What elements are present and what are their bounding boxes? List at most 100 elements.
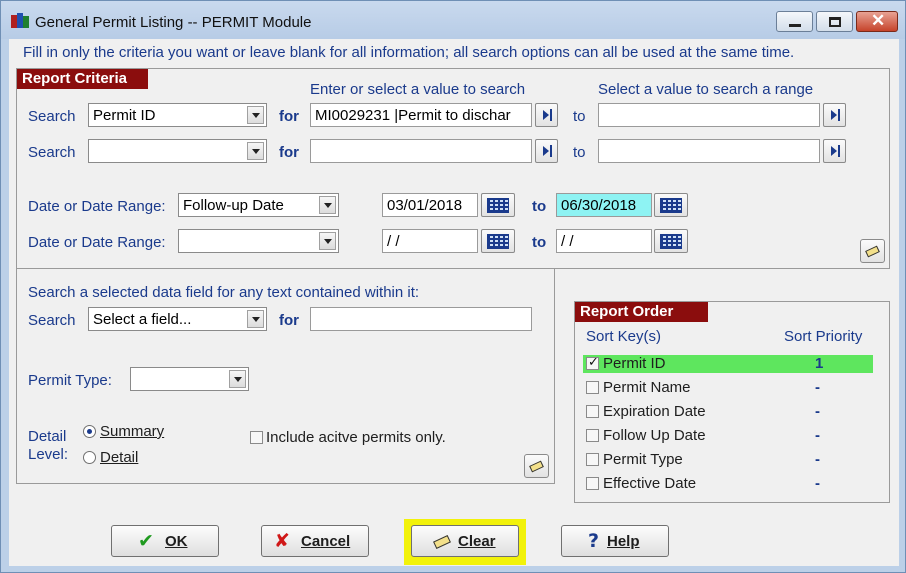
calendar-button-from-1[interactable] bbox=[481, 193, 515, 217]
sort-checkbox-permit-type[interactable] bbox=[586, 453, 599, 466]
search-label-1: Search bbox=[28, 108, 76, 125]
title-bar[interactable]: General Permit Listing -- PERMIT Module … bbox=[1, 1, 905, 39]
cancel-button-label: Cancel bbox=[301, 533, 351, 550]
calendar-button-from-2[interactable] bbox=[481, 229, 515, 253]
summary-radio-label[interactable]: Summary bbox=[100, 423, 164, 440]
clear-text-search-button[interactable] bbox=[524, 454, 549, 478]
eraser-icon bbox=[529, 460, 544, 473]
lookup-arrow-icon bbox=[831, 110, 837, 120]
for-label-2: for bbox=[279, 144, 299, 161]
sort-checkbox-permit-name[interactable] bbox=[586, 381, 599, 394]
calendar-icon bbox=[487, 198, 509, 213]
sort-row-follow-up-date[interactable]: Follow Up Date - bbox=[583, 427, 873, 445]
search-field-select-2[interactable] bbox=[88, 139, 267, 163]
range-input-2[interactable] bbox=[598, 139, 820, 163]
eraser-icon bbox=[865, 245, 880, 258]
minimize-button[interactable] bbox=[776, 11, 813, 32]
window-title: General Permit Listing -- PERMIT Module bbox=[35, 14, 312, 31]
range-lookup-button-2[interactable] bbox=[823, 139, 846, 163]
chevron-down-icon[interactable] bbox=[229, 370, 246, 388]
lookup-button-2[interactable] bbox=[535, 139, 558, 163]
date-field-select-1[interactable]: Follow-up Date bbox=[178, 193, 339, 217]
help-button[interactable]: ? Help bbox=[561, 525, 669, 557]
permit-type-label: Permit Type: bbox=[28, 372, 112, 389]
lookup-button-1[interactable] bbox=[535, 103, 558, 127]
date-field-select-2[interactable] bbox=[178, 229, 339, 253]
sort-checkbox-expiration-date[interactable] bbox=[586, 405, 599, 418]
date-to-input-1[interactable]: 06/30/2018 bbox=[556, 193, 652, 217]
lookup-bar bbox=[838, 109, 840, 121]
search-value-input-1[interactable]: MI0029231 |Permit to dischar bbox=[310, 103, 532, 127]
text-search-field-value: Select a field... bbox=[93, 311, 192, 328]
date-from-input-2[interactable]: / / bbox=[382, 229, 478, 253]
detail-level-label-line2: Level: bbox=[28, 446, 69, 463]
sort-priority-value: - bbox=[815, 451, 820, 468]
clear-criteria-button[interactable] bbox=[860, 239, 885, 263]
eraser-icon bbox=[433, 534, 451, 550]
sort-priority-value: - bbox=[815, 475, 820, 492]
chevron-down-icon[interactable] bbox=[247, 142, 264, 160]
sort-priority-header: Sort Priority bbox=[784, 328, 863, 345]
ok-button[interactable]: ✔ OK bbox=[111, 525, 219, 557]
to-label-2: to bbox=[573, 144, 586, 161]
sort-checkbox-effective-date[interactable] bbox=[586, 477, 599, 490]
maximize-icon bbox=[829, 17, 841, 27]
include-active-label[interactable]: Include acitve permits only. bbox=[266, 429, 446, 446]
maximize-button[interactable] bbox=[816, 11, 853, 32]
summary-radio[interactable] bbox=[83, 425, 96, 438]
sort-key-label: Effective Date bbox=[603, 475, 697, 492]
range-input-1[interactable] bbox=[598, 103, 820, 127]
cancel-button[interactable]: ✘ Cancel bbox=[261, 525, 369, 557]
lookup-arrow-icon bbox=[543, 110, 549, 120]
detail-option-text: Detail bbox=[100, 449, 139, 466]
clear-button[interactable]: Clear bbox=[411, 525, 519, 557]
sort-row-effective-date[interactable]: Effective Date - bbox=[583, 475, 873, 493]
date-to-label-2: to bbox=[532, 234, 547, 251]
question-icon: ? bbox=[588, 530, 600, 552]
calendar-icon bbox=[660, 198, 682, 213]
close-button[interactable]: ✕ bbox=[856, 11, 898, 32]
chevron-down-icon[interactable] bbox=[247, 106, 264, 124]
calendar-button-to-1[interactable] bbox=[654, 193, 688, 217]
date-to-text-2: / / bbox=[561, 233, 574, 250]
include-active-checkbox[interactable] bbox=[250, 431, 263, 444]
sort-row-expiration-date[interactable]: Expiration Date - bbox=[583, 403, 873, 421]
lookup-bar bbox=[550, 145, 552, 157]
text-search-field-select[interactable]: Select a field... bbox=[88, 307, 267, 331]
sort-key-list: Permit ID 1 Permit Name - Expiration Dat… bbox=[574, 355, 890, 505]
sort-key-label: Permit Name bbox=[603, 379, 691, 396]
sort-priority-value: - bbox=[815, 403, 820, 420]
sort-key-label: Permit ID bbox=[603, 355, 666, 372]
range-lookup-button-1[interactable] bbox=[823, 103, 846, 127]
sort-key-label: Follow Up Date bbox=[603, 427, 706, 444]
detail-radio-label[interactable]: Detail bbox=[100, 449, 138, 466]
minimize-icon bbox=[789, 24, 801, 27]
sort-row-permit-id[interactable]: Permit ID 1 bbox=[583, 355, 873, 373]
to-label-1: to bbox=[573, 108, 586, 125]
range-header: Select a value to search a range bbox=[598, 81, 814, 98]
text-search-input[interactable] bbox=[310, 307, 532, 331]
search-field-value-1: Permit ID bbox=[93, 107, 156, 124]
sort-key-label: Permit Type bbox=[603, 451, 683, 468]
search-value-input-2[interactable] bbox=[310, 139, 532, 163]
checkmark-icon: ✔ bbox=[138, 530, 154, 552]
date-to-text-1: 06/30/2018 bbox=[561, 197, 637, 214]
calendar-button-to-2[interactable] bbox=[654, 229, 688, 253]
sort-priority-value: 1 bbox=[815, 355, 824, 372]
date-from-text-1: 03/01/2018 bbox=[387, 197, 463, 214]
date-to-input-2[interactable]: / / bbox=[556, 229, 652, 253]
sort-checkbox-permit-id[interactable] bbox=[586, 355, 599, 370]
lookup-arrow-icon bbox=[831, 146, 837, 156]
sort-checkbox-follow-up-date[interactable] bbox=[586, 429, 599, 442]
permit-type-select[interactable] bbox=[130, 367, 249, 391]
detail-radio[interactable] bbox=[83, 451, 96, 464]
chevron-down-icon[interactable] bbox=[319, 232, 336, 250]
sort-row-permit-name[interactable]: Permit Name - bbox=[583, 379, 873, 397]
sort-row-permit-type[interactable]: Permit Type - bbox=[583, 451, 873, 469]
report-criteria-title: Report Criteria bbox=[17, 69, 148, 89]
search-field-select-1[interactable]: Permit ID bbox=[88, 103, 267, 127]
chevron-down-icon[interactable] bbox=[319, 196, 336, 214]
sort-priority-value: - bbox=[815, 427, 820, 444]
date-from-input-1[interactable]: 03/01/2018 bbox=[382, 193, 478, 217]
chevron-down-icon[interactable] bbox=[247, 310, 264, 328]
